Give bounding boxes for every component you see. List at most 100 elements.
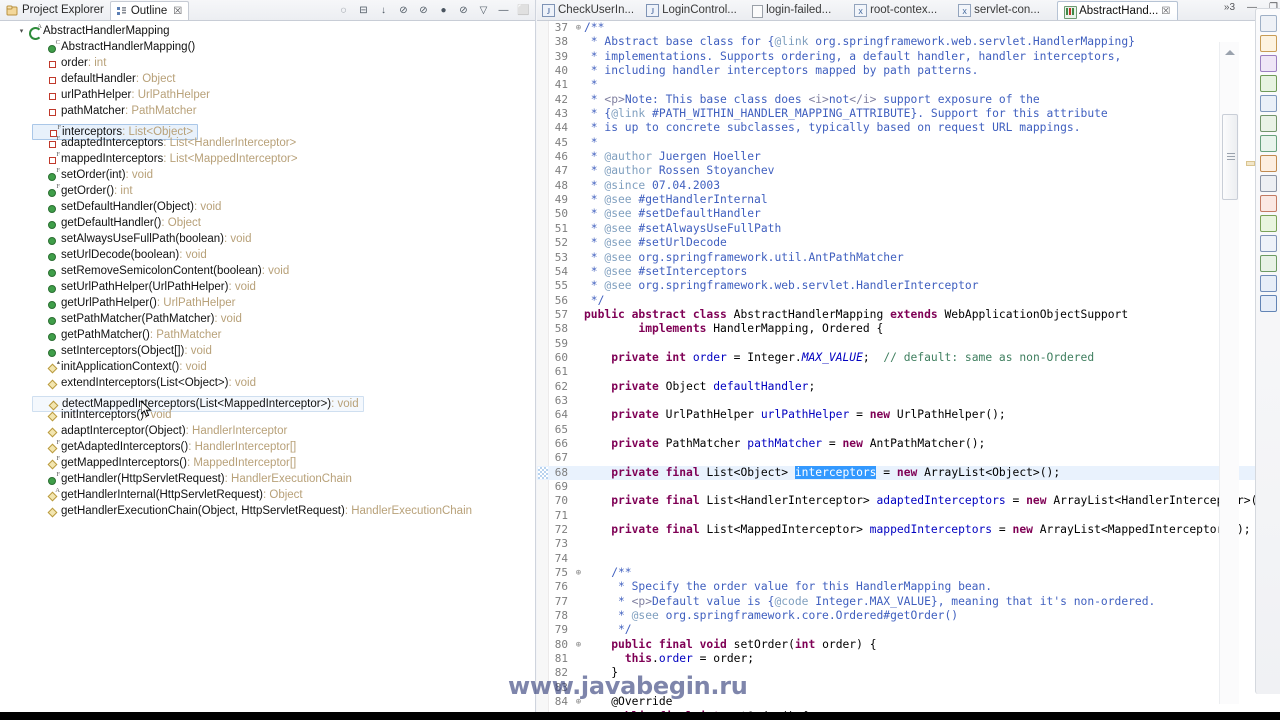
outline-tree-item[interactable]: extendInterceptors(List<Object>) : void xyxy=(0,375,535,391)
code-line[interactable]: 75 ⊕ /** xyxy=(537,566,1280,580)
minimize-icon[interactable]: — xyxy=(496,3,511,18)
code-line[interactable]: 47 * @author Rossen Stoyanchev xyxy=(537,164,1280,178)
scrollbar-thumb[interactable] xyxy=(1222,114,1238,200)
editor-tab-servlet-con[interactable]: servlet-con... xyxy=(953,0,1057,20)
outline-view-icon[interactable] xyxy=(1259,115,1277,132)
hide-local-icon[interactable]: ⊘ xyxy=(456,3,471,18)
outline-root-item[interactable]: ▾ A AbstractHandlerMapping xyxy=(0,23,535,40)
show-list-icon[interactable]: »3 xyxy=(1224,2,1235,13)
code-line[interactable]: 56 */ xyxy=(537,294,1280,308)
code-line[interactable]: 41 * xyxy=(537,78,1280,92)
outline-tree-item[interactable]: setUrlDecode(boolean) : void xyxy=(0,247,535,263)
outline-tree-item[interactable]: adaptInterceptor(Object) : HandlerInterc… xyxy=(0,423,535,439)
scroll-up-arrow-icon[interactable] xyxy=(1225,50,1235,55)
outline-tree-item[interactable]: getPathMatcher() : PathMatcher xyxy=(0,327,535,343)
code-line[interactable]: 53 * @see org.springframework.util.AntPa… xyxy=(537,251,1280,265)
package-explorer-icon[interactable] xyxy=(1259,35,1277,52)
outline-tree-item[interactable]: AgetHandlerInternal(HttpServletRequest) … xyxy=(0,487,535,503)
fold-toggle-icon[interactable]: ⊕ xyxy=(573,695,584,709)
code-line[interactable]: 63 xyxy=(537,394,1280,408)
outline-tree-item[interactable]: order : int xyxy=(0,55,535,71)
code-line[interactable]: 60 private int order = Integer.MAX_VALUE… xyxy=(537,351,1280,365)
code-line[interactable]: 59 xyxy=(537,337,1280,351)
code-line[interactable]: 52 * @see #setUrlDecode xyxy=(537,236,1280,250)
code-line[interactable]: 40 * including handler interceptors mapp… xyxy=(537,64,1280,78)
outline-tree-item[interactable]: setDefaultHandler(Object) : void xyxy=(0,199,535,215)
code-line[interactable]: 70 private final List<HandlerInterceptor… xyxy=(537,494,1280,508)
outline-tree-item[interactable]: setPathMatcher(PathMatcher) : void xyxy=(0,311,535,327)
code-line[interactable]: 50 * @see #setDefaultHandler xyxy=(537,207,1280,221)
code-line[interactable]: 82 } xyxy=(537,666,1280,680)
code-line[interactable]: 49 * @see #getHandlerInternal xyxy=(537,193,1280,207)
code-line[interactable]: 79 */ xyxy=(537,623,1280,637)
fold-toggle-icon[interactable]: ⊕ xyxy=(573,21,584,35)
search-view-icon[interactable] xyxy=(1259,255,1277,272)
outline-tree-item[interactable]: FgetAdaptedInterceptors() : HandlerInter… xyxy=(0,439,535,455)
code-line[interactable]: 44 * is up to concrete subclasses, typic… xyxy=(537,121,1280,135)
code-line[interactable]: 76 * Specify the order value for this Ha… xyxy=(537,580,1280,594)
team-sync-icon[interactable] xyxy=(1259,55,1277,72)
fold-toggle-icon[interactable]: ⊕ xyxy=(573,638,584,652)
code-line[interactable]: 67 xyxy=(537,451,1280,465)
outline-tree-item[interactable]: getHandlerExecutionChain(Object, HttpSer… xyxy=(0,503,535,519)
code-line[interactable]: 58 implements HandlerMapping, Ordered { xyxy=(537,322,1280,336)
outline-tree-item[interactable]: getUrlPathHelper() : UrlPathHelper xyxy=(0,295,535,311)
console-view-icon[interactable] xyxy=(1259,275,1277,292)
view-menu-icon[interactable]: ▽ xyxy=(476,3,491,18)
code-line[interactable]: 71 xyxy=(537,509,1280,523)
fast-view-bar[interactable] xyxy=(1255,8,1280,694)
code-lines-container[interactable]: 37 ⊕/** 38 * Abstract base class for {@lin… xyxy=(537,21,1280,712)
fold-toggle-icon[interactable]: ⊕ xyxy=(573,566,584,580)
servers-view-icon[interactable] xyxy=(1259,75,1277,92)
restore-perspective-icon[interactable] xyxy=(1259,15,1277,32)
editor-vertical-scrollbar[interactable] xyxy=(1219,42,1239,704)
debug-view-icon[interactable] xyxy=(1259,155,1277,172)
snippets-view-icon[interactable] xyxy=(1259,235,1277,252)
expand-arrow-icon[interactable]: ▾ xyxy=(16,27,27,35)
outline-tree-item[interactable]: FgetOrder() : int xyxy=(0,183,535,199)
editor-tab-checkuserin[interactable]: CheckUserIn... xyxy=(537,0,641,20)
hide-fields-icon[interactable]: ⊘ xyxy=(396,3,411,18)
close-icon[interactable]: ☒ xyxy=(1161,6,1170,17)
code-line[interactable]: 37 ⊕/** xyxy=(537,21,1280,35)
code-line[interactable]: 39 * implementations. Supports ordering,… xyxy=(537,50,1280,64)
code-line[interactable]: 65 xyxy=(537,423,1280,437)
close-icon[interactable]: ☒ xyxy=(173,6,182,17)
code-line[interactable]: 46 * @author Juergen Hoeller xyxy=(537,150,1280,164)
code-line[interactable]: 77 * <p>Default value is {@code Integer.… xyxy=(537,595,1280,609)
outline-tree-item[interactable]: FgetHandler(HttpServletRequest) : Handle… xyxy=(0,471,535,487)
outline-tree-item[interactable]: FsetOrder(int) : void xyxy=(0,167,535,183)
code-line[interactable]: 43 * {@link #PATH_WITHIN_HANDLER_MAPPING… xyxy=(537,107,1280,121)
code-line[interactable]: 42 * <p>Note: This base class does <i>no… xyxy=(537,93,1280,107)
code-line[interactable]: 61 xyxy=(537,365,1280,379)
collapse-all-icon[interactable]: ⊟ xyxy=(356,3,371,18)
markers-view-icon[interactable] xyxy=(1259,295,1277,312)
code-line[interactable]: 45 * xyxy=(537,136,1280,150)
outline-tree-item[interactable]: defaultHandler : Object xyxy=(0,71,535,87)
code-line[interactable]: 78 * @see org.springframework.core.Order… xyxy=(537,609,1280,623)
outline-tree-item[interactable]: FmappedInterceptors : List<MappedInterce… xyxy=(0,151,535,167)
code-line[interactable]: 64 private UrlPathHelper urlPathHelper =… xyxy=(537,408,1280,422)
overview-ruler-marker[interactable] xyxy=(1246,161,1255,166)
outline-tree-item[interactable]: setAlwaysUseFullPath(boolean) : void xyxy=(0,231,535,247)
outline-tree-item[interactable]: initInterceptors() : void xyxy=(0,407,535,423)
properties-view-icon[interactable] xyxy=(1259,95,1277,112)
code-line[interactable]: 38 * Abstract base class for {@link org.… xyxy=(537,35,1280,49)
outline-tree-item[interactable]: pathMatcher : PathMatcher xyxy=(0,103,535,119)
maximize-icon[interactable]: ⬜ xyxy=(516,3,531,18)
outline-tree-item[interactable]: setUrlPathHelper(UrlPathHelper) : void xyxy=(0,279,535,295)
code-line[interactable]: 48 * @since 07.04.2003 xyxy=(537,179,1280,193)
tasks-view-icon[interactable] xyxy=(1259,195,1277,212)
code-line[interactable]: 83 xyxy=(537,681,1280,695)
code-line[interactable]: 62 private Object defaultHandler; xyxy=(537,380,1280,394)
outline-tree-item[interactable]: getDefaultHandler() : Object xyxy=(0,215,535,231)
editor-tab-logincontrol[interactable]: LoginControl... xyxy=(641,0,745,20)
hide-static-icon[interactable]: ⊘ xyxy=(416,3,431,18)
outline-tree-item[interactable]: ▴ initApplicationContext() : void xyxy=(0,359,535,375)
outline-tree-item[interactable]: urlPathHelper : UrlPathHelper xyxy=(0,87,535,103)
hide-nonpublic-icon[interactable]: ● xyxy=(436,3,451,18)
javadoc-view-icon[interactable] xyxy=(1259,215,1277,232)
code-line[interactable]: 69 xyxy=(537,480,1280,494)
code-line[interactable]: 57 public abstract class AbstractHandlerM… xyxy=(537,308,1280,322)
hierarchy-view-icon[interactable] xyxy=(1259,135,1277,152)
